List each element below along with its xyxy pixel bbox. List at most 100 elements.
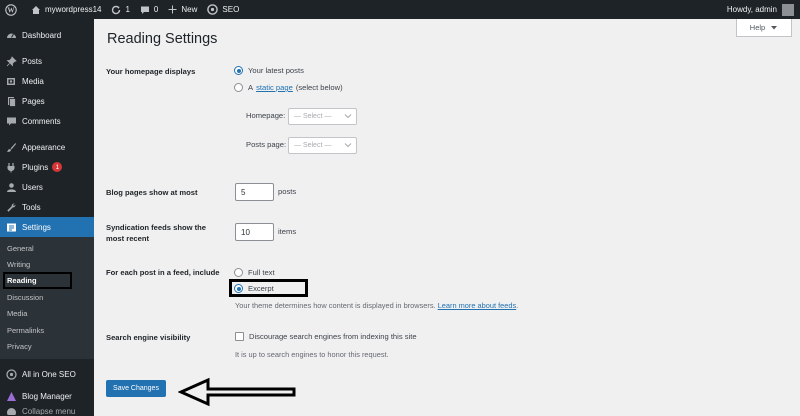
sidebar-item-label: Posts — [22, 56, 43, 66]
user-icon — [6, 182, 17, 193]
static-page-link[interactable]: static page — [256, 83, 293, 92]
radio-static-page-suffix: (select below) — [295, 83, 343, 92]
radio-static-page-control[interactable] — [234, 83, 243, 92]
submenu-item-general[interactable]: General — [0, 240, 94, 256]
sidebar-item-label: Dashboard — [22, 30, 62, 40]
learn-more-feeds-link[interactable]: Learn more about feeds — [438, 301, 516, 310]
sidebar-item-label: Plugins — [22, 162, 49, 172]
settings-icon — [6, 222, 17, 233]
seo-label: SEO — [222, 5, 240, 14]
posts-unit-label: posts — [278, 187, 297, 196]
caret-down-icon — [771, 25, 778, 29]
chevron-down-icon — [344, 143, 352, 148]
submenu-item-privacy[interactable]: Privacy — [0, 338, 94, 354]
highlight-box-excerpt — [229, 279, 308, 297]
syndication-label: Syndication feeds show the most recent — [106, 222, 206, 244]
sidebar-item-all-in-one-seo[interactable]: All in One SEO — [0, 365, 94, 385]
save-changes-button[interactable]: Save Changes — [106, 380, 166, 397]
discourage-search-label: Discourage search engines from indexing … — [249, 332, 417, 341]
submenu-item-media[interactable]: Media — [0, 306, 94, 322]
sidebar-item-tools[interactable]: Tools — [0, 197, 94, 217]
submenu-item-writing[interactable]: Writing — [0, 256, 94, 272]
syndication-label-line1: Syndication feeds show the — [106, 223, 207, 232]
brush-icon — [6, 142, 17, 153]
wordpress-logo[interactable]: W — [0, 0, 26, 19]
radio-full-text[interactable]: Full text — [234, 268, 275, 277]
sidebar-item-label: Pages — [22, 96, 45, 106]
posts-page-select[interactable]: — Select — — [288, 137, 357, 154]
comment-icon — [140, 6, 149, 14]
posts-page-select-value: — Select — — [294, 142, 332, 149]
feed-description: Your theme determines how content is dis… — [235, 301, 519, 310]
sidebar-item-label: All in One SEO — [22, 370, 76, 380]
comments-link[interactable]: 0 — [135, 0, 163, 19]
sidebar-item-dashboard[interactable]: Dashboard — [0, 25, 94, 45]
wordpress-logo-icon: W — [5, 3, 17, 16]
radio-full-text-control[interactable] — [234, 268, 243, 277]
sidebar-item-label: Comments — [22, 116, 61, 126]
radio-static-page[interactable]: A static page (select below) — [234, 83, 343, 92]
site-name: mywordpress14 — [45, 5, 102, 14]
radio-full-text-label: Full text — [248, 268, 275, 277]
feed-content-label: For each post in a feed, include — [106, 268, 220, 277]
homepage-select[interactable]: — Select — — [288, 108, 357, 125]
feed-items-input[interactable]: 10 — [235, 223, 274, 241]
chevron-down-icon — [344, 114, 352, 119]
blog-pages-label: Blog pages show at most — [106, 188, 198, 197]
site-name-link[interactable]: mywordpress14 — [26, 0, 106, 19]
help-label: Help — [749, 23, 766, 32]
page-icon — [6, 96, 17, 107]
plug-icon — [6, 162, 17, 173]
sidebar-item-pages[interactable]: Pages — [0, 91, 94, 111]
feed-description-text: Your theme determines how content is dis… — [235, 301, 436, 310]
sidebar-item-label: Blog Manager — [22, 392, 72, 402]
homepage-select-label: Homepage: — [246, 111, 286, 120]
sidebar-item-media[interactable]: Media — [0, 71, 94, 91]
radio-static-page-prefix: A — [248, 83, 254, 92]
main-content: Help Reading Settings Your homepage disp… — [94, 19, 800, 416]
sidebar-item-posts[interactable]: Posts — [0, 51, 94, 71]
discourage-search-checkbox[interactable]: Discourage search engines from indexing … — [235, 332, 417, 341]
comments-count: 0 — [153, 5, 159, 14]
aioseo-icon — [6, 369, 17, 380]
posts-per-page-input[interactable]: 5 — [235, 183, 274, 201]
plugins-update-badge: 1 — [52, 162, 63, 172]
seo-link[interactable]: SEO — [202, 0, 244, 19]
radio-latest-posts-control[interactable] — [234, 66, 243, 75]
sidebar-item-label: Media — [22, 76, 44, 86]
home-icon — [32, 5, 40, 14]
highlight-box-reading — [3, 272, 72, 289]
sidebar-collapse-menu[interactable]: Collapse menu — [0, 407, 94, 415]
comment-icon — [6, 116, 17, 127]
blog-manager-icon — [6, 391, 17, 402]
homepage-select-value: — Select — — [294, 113, 332, 120]
sidebar-item-settings[interactable]: Settings — [0, 217, 94, 237]
pin-icon — [6, 55, 17, 67]
admin-bar: W mywordpress14 1 0 New SEO Howdy, admin — [0, 0, 800, 19]
account-menu[interactable]: Howdy, admin — [726, 3, 800, 16]
radio-latest-posts[interactable]: Your latest posts — [234, 66, 304, 75]
syndication-label-line2: most recent — [106, 234, 150, 243]
updates-icon — [112, 5, 121, 14]
sidebar-item-label: Appearance — [22, 142, 66, 152]
howdy-text: Howdy, admin — [726, 5, 777, 14]
discourage-search-checkbox-control[interactable] — [235, 332, 244, 341]
annotation-arrow-icon — [178, 377, 296, 407]
admin-sidebar: Dashboard Posts Media Pages Comments App… — [0, 19, 94, 416]
new-content-link[interactable]: New — [163, 0, 202, 19]
submenu-item-discussion[interactable]: Discussion — [0, 289, 94, 305]
sidebar-item-label: Users — [22, 182, 43, 192]
sidebar-item-appearance[interactable]: Appearance — [0, 137, 94, 157]
items-unit-label: items — [278, 227, 297, 236]
dashboard-icon — [6, 30, 17, 41]
sidebar-item-users[interactable]: Users — [0, 177, 94, 197]
homepage-displays-label: Your homepage displays — [106, 67, 196, 76]
updates-link[interactable]: 1 — [106, 0, 134, 19]
sidebar-item-plugins[interactable]: Plugins 1 — [0, 157, 94, 177]
submenu-item-permalinks[interactable]: Permalinks — [0, 322, 94, 338]
sidebar-item-blog-manager[interactable]: Blog Manager — [0, 387, 94, 407]
help-button[interactable]: Help — [736, 19, 792, 37]
svg-text:W: W — [8, 6, 15, 14]
page-title: Reading Settings — [107, 31, 218, 47]
sidebar-item-comments[interactable]: Comments — [0, 111, 94, 131]
